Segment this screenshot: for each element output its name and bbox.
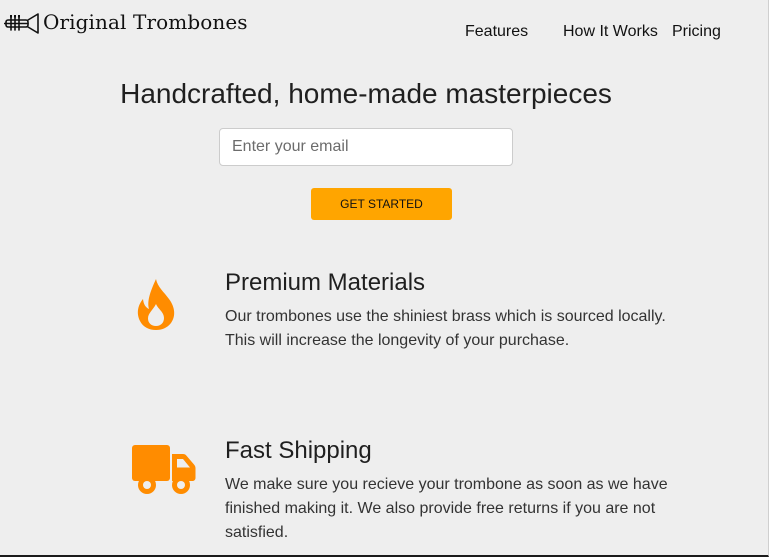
feature-title: Fast Shipping xyxy=(225,437,372,464)
hero-title: Handcrafted, home-made masterpieces xyxy=(120,78,612,109)
get-started-button[interactable]: GET STARTED xyxy=(311,188,452,220)
nav-link-how-it-works[interactable]: How It Works xyxy=(563,23,658,41)
email-input[interactable] xyxy=(219,128,513,166)
nav-link-features[interactable]: Features xyxy=(465,23,528,41)
logo[interactable]: Original Trombones xyxy=(4,10,248,35)
nav-link-pricing[interactable]: Pricing xyxy=(672,23,721,41)
fire-icon xyxy=(137,279,175,330)
feature-title: Premium Materials xyxy=(225,269,426,296)
feature-description: Our trombones use the shiniest brass whi… xyxy=(225,308,666,349)
logo-text: Original Trombones xyxy=(43,10,248,34)
feature-description: We make sure you recieve your trombone a… xyxy=(225,476,668,541)
trombone-icon xyxy=(4,13,39,34)
truck-icon xyxy=(132,445,196,494)
site-header: Original Trombones Features How It Works… xyxy=(0,0,769,60)
